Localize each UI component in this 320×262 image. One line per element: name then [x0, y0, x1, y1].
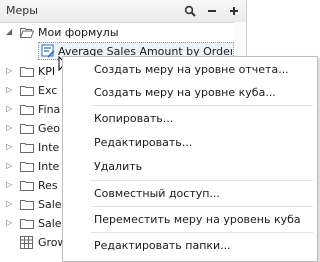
menu-item-label: Редактировать папки... — [94, 239, 231, 252]
panel-header: Меры — [0, 0, 246, 23]
menu-item-label: Совместный доступ... — [94, 187, 220, 200]
folder-icon — [20, 142, 34, 153]
menu-separator — [91, 206, 313, 207]
expand-arrow-icon[interactable]: ▷ — [6, 84, 16, 96]
expand-arrow-icon[interactable]: ▷ — [6, 179, 16, 191]
menu-item-create-cube-measure[interactable]: Создать меру на уровне куба... — [63, 82, 317, 103]
menu-item-copy[interactable]: Копировать... — [63, 108, 317, 129]
menu-item-delete[interactable]: Удалить — [63, 156, 317, 177]
folder-label: Sale — [38, 198, 62, 211]
collapse-arrow-icon[interactable]: ◢ — [6, 26, 16, 38]
menu-item-label: Редактировать... — [94, 136, 193, 149]
menu-separator — [91, 232, 313, 233]
panel-title: Меры — [6, 4, 38, 17]
search-icon — [184, 5, 196, 17]
collapse-button[interactable] — [204, 3, 220, 19]
menu-item-edit[interactable]: Редактировать... — [63, 132, 317, 153]
menu-separator — [91, 180, 313, 181]
menu-item-label: Копировать... — [94, 112, 174, 125]
menu-item-label: Создать меру на уровне отчета... — [94, 63, 289, 76]
plus-icon — [230, 7, 238, 15]
tree-root-label: Мои формулы — [38, 26, 119, 39]
expand-arrow-icon[interactable]: ▷ — [6, 122, 16, 134]
folder-label: KPI — [38, 65, 56, 78]
menu-item-share[interactable]: Совместный доступ... — [63, 183, 317, 204]
folder-label: Inte — [38, 141, 60, 154]
context-menu: Создать меру на уровне отчета... Создать… — [62, 56, 318, 262]
calculated-measure-icon — [41, 44, 55, 61]
menu-item-edit-folders[interactable]: Редактировать папки... — [63, 235, 317, 256]
folder-icon — [20, 161, 34, 172]
folder-icon — [20, 104, 34, 115]
expand-arrow-icon[interactable]: ▷ — [6, 103, 16, 115]
menu-item-label: Создать меру на уровне куба... — [94, 86, 276, 99]
add-button[interactable] — [226, 3, 242, 19]
menu-item-label: Удалить — [94, 160, 143, 173]
expand-arrow-icon[interactable]: ▷ — [6, 141, 16, 153]
folder-icon — [20, 199, 34, 210]
tree-root-item[interactable]: ◢ Мои формулы — [0, 23, 246, 42]
minus-icon — [208, 10, 216, 12]
expand-arrow-icon[interactable]: ▷ — [6, 198, 16, 210]
folder-icon — [20, 85, 34, 96]
folder-label: Inte — [38, 160, 60, 173]
expand-arrow-icon[interactable]: ▷ — [6, 160, 16, 172]
folder-icon — [20, 218, 34, 229]
folder-label: Sale — [38, 217, 62, 230]
menu-item-label: Переместить меру на уровень куба — [94, 213, 301, 226]
folder-label: Geo — [38, 122, 61, 135]
menu-item-create-report-measure[interactable]: Создать меру на уровне отчета... — [63, 59, 317, 80]
folder-icon — [20, 180, 34, 191]
folder-label: Res — [38, 179, 58, 192]
table-icon — [20, 236, 33, 252]
expand-arrow-icon[interactable]: ▷ — [6, 217, 16, 229]
search-button[interactable] — [182, 3, 198, 19]
folder-open-icon — [20, 27, 34, 38]
menu-separator — [91, 105, 313, 106]
menu-item-move-to-cube[interactable]: Переместить меру на уровень куба — [63, 209, 317, 230]
folder-label: Fina — [38, 103, 61, 116]
expand-arrow-icon[interactable]: ▷ — [6, 65, 16, 77]
folder-label: Exc — [38, 84, 58, 97]
folder-icon — [20, 123, 34, 134]
folder-icon — [20, 66, 34, 77]
